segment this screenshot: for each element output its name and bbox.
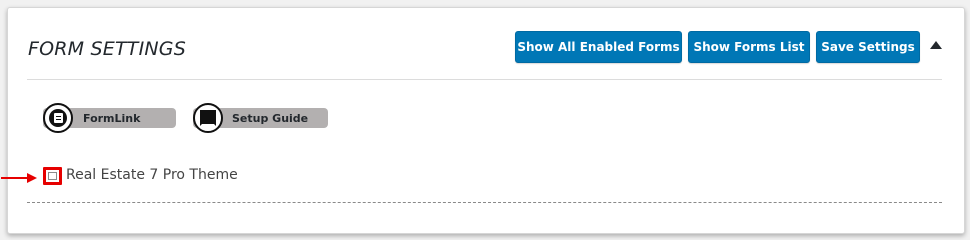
save-settings-button[interactable]: Save Settings [816,31,920,63]
formlink-button[interactable]: FormLink [43,103,176,133]
header-divider [27,79,942,80]
setup-guide-label: Setup Guide [232,111,309,125]
triangle-up-icon [930,41,942,49]
show-forms-list-button[interactable]: Show Forms List [688,31,810,63]
show-all-enabled-forms-button[interactable]: Show All Enabled Forms [515,31,682,63]
guide-icon [193,103,223,133]
collapse-toggle[interactable] [929,41,943,51]
setup-guide-button[interactable]: Setup Guide [193,103,328,133]
form-settings-panel: FORM SETTINGS Show All Enabled Forms Sho… [1,7,965,234]
document-icon [43,103,73,133]
page-title: FORM SETTINGS [28,38,186,60]
red-arrow-icon [1,173,37,183]
dashed-divider [27,202,942,203]
theme-checkbox[interactable] [43,167,62,185]
theme-label: Real Estate 7 Pro Theme [66,167,238,183]
formlink-label: FormLink [83,111,141,125]
